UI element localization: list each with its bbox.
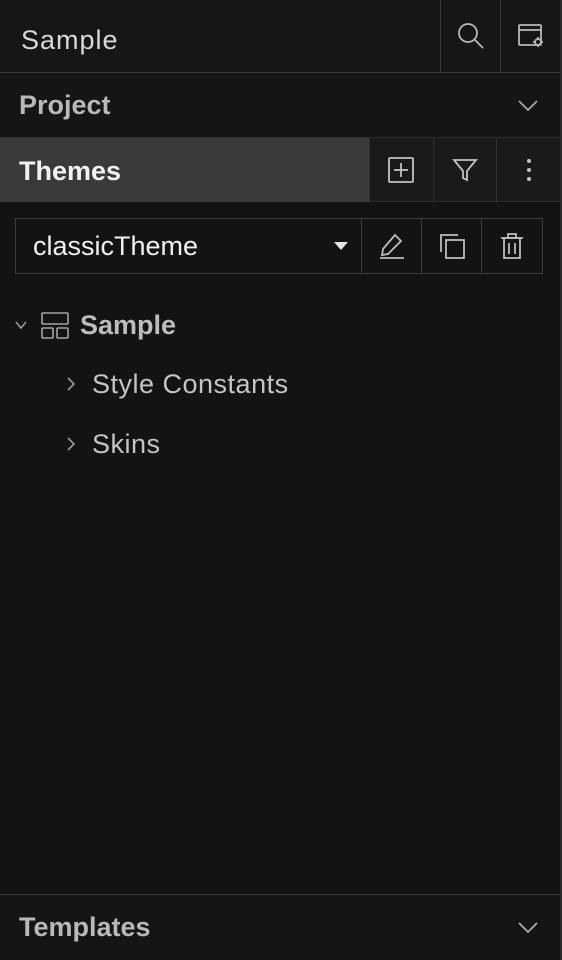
theme-dropdown-value: classicTheme [33, 230, 199, 261]
chevron-down-icon [518, 99, 538, 111]
caret-down-icon [321, 241, 361, 251]
window-settings-button[interactable] [500, 0, 560, 72]
chevron-down-icon [518, 921, 538, 933]
tree-root-sample[interactable]: Sample [0, 296, 560, 354]
add-square-icon [388, 156, 415, 183]
add-theme-button[interactable] [369, 137, 433, 202]
duplicate-theme-button[interactable] [422, 219, 482, 273]
edit-pencil-icon [379, 233, 404, 259]
search-button[interactable] [440, 0, 500, 72]
filter-icon [452, 158, 478, 181]
project-collapse-toggle[interactable] [496, 99, 560, 113]
layout-grid-icon [40, 310, 70, 340]
tree-item-label: Style Constants [92, 368, 289, 399]
themes-section-header: Themes [0, 137, 560, 202]
more-vertical-icon [526, 158, 531, 181]
search-icon [457, 23, 484, 49]
templates-collapse-toggle[interactable] [496, 921, 560, 935]
chevron-right-icon[interactable] [62, 376, 80, 392]
themes-section-label[interactable]: Themes [0, 137, 369, 202]
panel-header: Sample [0, 0, 560, 73]
tree-item-style-constants[interactable]: Style Constants [0, 354, 560, 414]
window-settings-icon [517, 24, 543, 47]
trash-icon [501, 233, 523, 259]
tree-item-label: Skins [92, 428, 161, 459]
more-options-button[interactable] [496, 137, 560, 202]
chevron-down-icon[interactable] [12, 320, 30, 330]
templates-section-label: Templates [19, 912, 151, 942]
delete-theme-button[interactable] [482, 219, 542, 273]
chevron-right-icon[interactable] [62, 436, 80, 452]
edit-theme-button[interactable] [362, 219, 422, 273]
themes-panel: Sample Project Themes classicTheme Sampl… [0, 0, 562, 960]
project-section-header[interactable]: Project [0, 74, 560, 138]
tree-item-skins[interactable]: Skins [0, 414, 560, 474]
duplicate-icon [439, 234, 465, 259]
filter-button[interactable] [432, 137, 497, 202]
theme-selector-row: classicTheme [15, 218, 543, 274]
theme-tree: Sample Style Constants Skins [0, 296, 560, 474]
project-section-label: Project [19, 90, 111, 120]
templates-section-header[interactable]: Templates [0, 894, 560, 960]
theme-dropdown[interactable]: classicTheme [16, 219, 362, 273]
tree-root-label: Sample [80, 309, 177, 340]
project-title: Sample [21, 25, 119, 55]
